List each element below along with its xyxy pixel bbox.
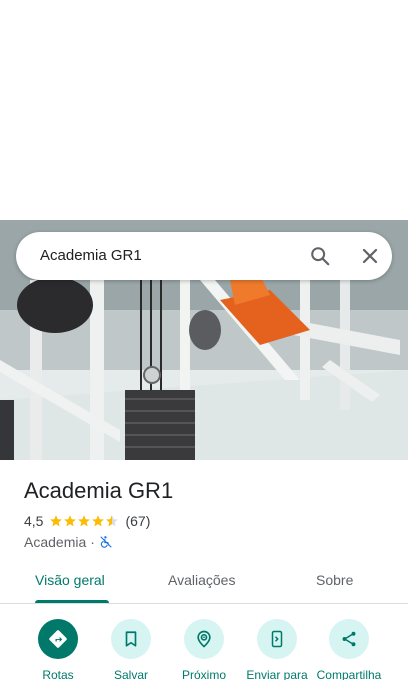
send-to-phone-icon — [257, 619, 297, 659]
share-label: Compartilha — [316, 668, 382, 680]
star-rating — [49, 514, 119, 528]
tab-about[interactable]: Sobre — [316, 572, 353, 588]
star-icon — [78, 515, 91, 527]
category-row: Academia · — [24, 533, 113, 551]
separator-dot: · — [90, 534, 95, 550]
star-icon — [64, 515, 77, 527]
share-button[interactable]: Compartilha — [309, 619, 389, 680]
close-icon[interactable] — [356, 242, 384, 270]
tab-reviews[interactable]: Avaliações — [168, 572, 235, 588]
bookmark-icon — [111, 619, 151, 659]
active-tab-indicator — [35, 600, 109, 603]
rating-row[interactable]: 4,5 (67) — [24, 512, 150, 530]
share-icon — [329, 619, 369, 659]
category-label: Academia — [24, 534, 87, 550]
action-bar: Rotas Salvar Próximo Enviar para Compart… — [0, 605, 408, 680]
nearby-icon — [184, 619, 224, 659]
search-input[interactable]: Academia GR1 — [40, 247, 142, 264]
map-blank-area — [0, 0, 408, 220]
reviews-count[interactable]: (67) — [125, 513, 150, 529]
star-icon — [50, 515, 63, 527]
rating-value: 4,5 — [24, 513, 44, 529]
tab-bar: Visão geral Avaliações Sobre — [0, 560, 408, 604]
search-bar[interactable]: Academia GR1 — [16, 232, 392, 280]
star-icon — [92, 515, 105, 527]
directions-icon — [38, 619, 78, 659]
half-star-icon — [106, 515, 119, 527]
no-wheelchair-icon — [100, 536, 112, 548]
place-title: Academia GR1 — [24, 478, 174, 503]
search-icon[interactable] — [306, 242, 334, 270]
tab-overview[interactable]: Visão geral — [35, 572, 105, 588]
